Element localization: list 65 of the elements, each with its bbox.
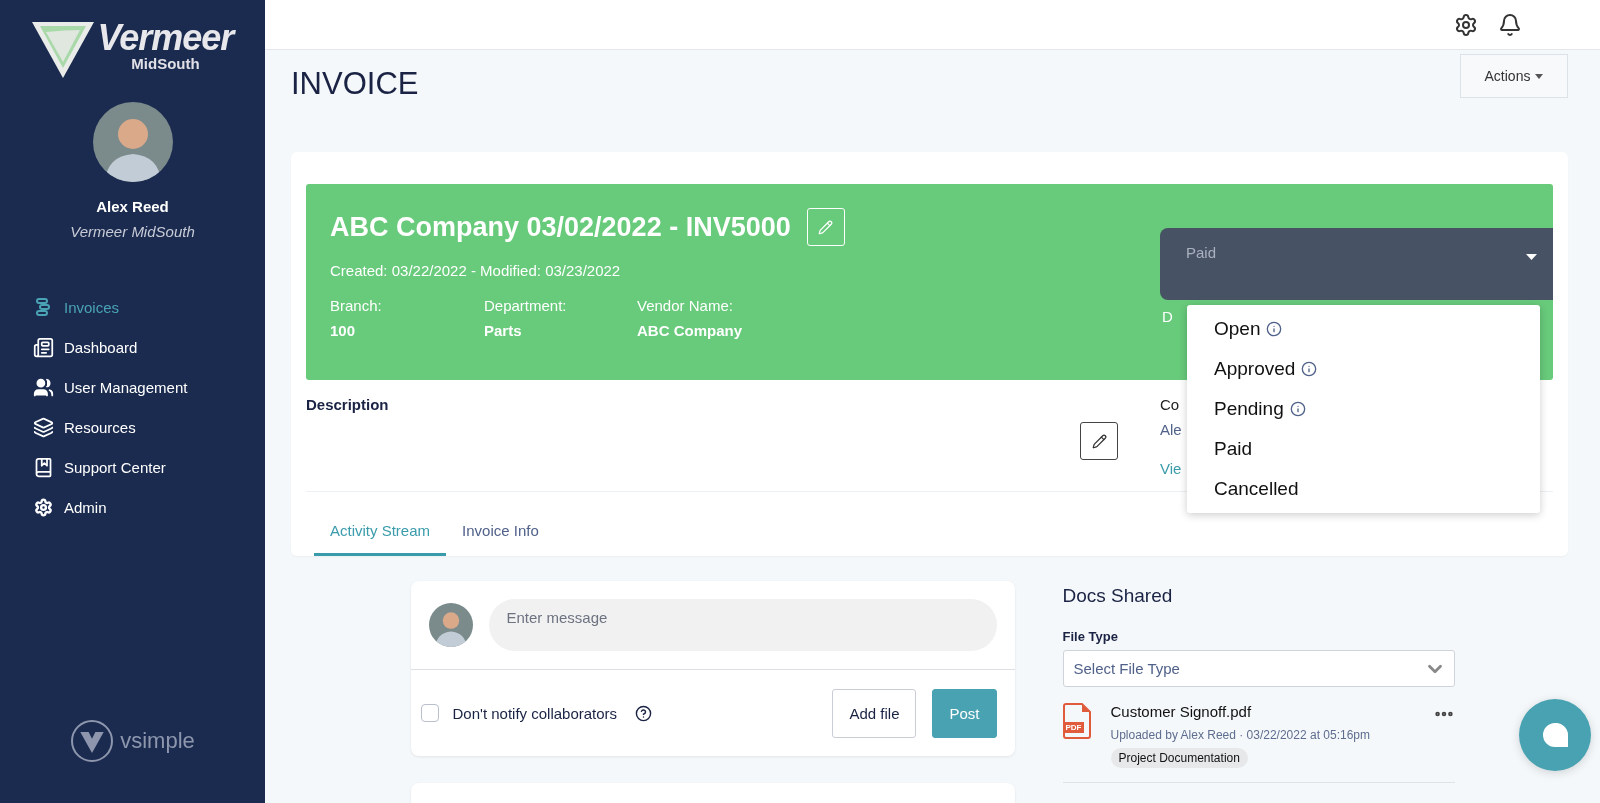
menu-item[interactable]: Approved bbox=[1187, 349, 1540, 389]
user-company: Vermeer MidSouth bbox=[70, 223, 195, 240]
field-label: Department: bbox=[484, 297, 568, 314]
file-type-select[interactable]: Select File Type bbox=[1062, 650, 1455, 687]
edit-button[interactable] bbox=[1080, 422, 1118, 460]
chat-icon bbox=[1542, 723, 1568, 747]
info-text: Co bbox=[1160, 396, 1180, 413]
info-icon bbox=[1266, 321, 1283, 337]
nav-item[interactable]: Invoices bbox=[32, 290, 265, 324]
status-label: D bbox=[1162, 308, 1173, 325]
page-title: INVOICE bbox=[291, 66, 419, 102]
info-icon bbox=[1289, 401, 1306, 417]
actions-button[interactable]: Actions bbox=[1460, 54, 1568, 98]
menu-item[interactable]: Paid bbox=[1187, 429, 1540, 469]
help-icon bbox=[635, 704, 653, 722]
list-icon bbox=[35, 297, 51, 317]
pencil-icon bbox=[1091, 433, 1107, 449]
settings-icon[interactable] bbox=[1454, 12, 1478, 37]
description-label: Description bbox=[306, 396, 389, 415]
field-value: ABC Company bbox=[637, 322, 743, 339]
message-field[interactable]: Enter message bbox=[488, 599, 997, 651]
tab[interactable]: Invoice Info bbox=[446, 522, 555, 556]
brand-name: Vermeer bbox=[97, 20, 234, 56]
field-value: 100 bbox=[330, 322, 357, 339]
menu-item[interactable]: Pending bbox=[1187, 389, 1540, 429]
settings-icon bbox=[33, 497, 53, 517]
logo-icon bbox=[31, 20, 94, 78]
logo-icon bbox=[70, 719, 115, 763]
user-name: Alex Reed bbox=[96, 198, 169, 215]
field-label: Vendor Name: bbox=[637, 297, 734, 314]
list-icon bbox=[32, 336, 54, 358]
checkbox[interactable] bbox=[420, 704, 439, 722]
file-name[interactable]: Customer Signoff.pdf bbox=[1110, 703, 1252, 720]
info-icon bbox=[1301, 361, 1318, 377]
nav-item[interactable]: Support Center bbox=[32, 450, 265, 484]
file-type-label: PDF bbox=[1063, 722, 1084, 733]
nav-item[interactable]: Dashboard bbox=[32, 330, 265, 364]
bell-icon[interactable] bbox=[1498, 12, 1522, 37]
checkbox-label: Don't notify collaborators bbox=[452, 704, 618, 722]
file-icon bbox=[1062, 703, 1091, 739]
field-label: File Type bbox=[1062, 629, 1119, 644]
file-tag: Project Documentation bbox=[1110, 748, 1248, 768]
field-value: Parts bbox=[484, 322, 523, 339]
caret-icon bbox=[1526, 254, 1537, 260]
field-label: Branch: bbox=[330, 297, 383, 314]
chat-button[interactable] bbox=[1519, 699, 1591, 771]
nav-item[interactable]: User Management bbox=[32, 370, 265, 404]
invoice-title: ABC Company 03/02/2022 - INV5000 bbox=[330, 211, 791, 243]
info-text: Ale bbox=[1160, 421, 1182, 438]
menu-item[interactable]: Open bbox=[1187, 309, 1540, 349]
section-title: Docs Shared bbox=[1062, 585, 1174, 607]
pencil-icon bbox=[818, 219, 834, 235]
status-select[interactable]: Paid bbox=[1160, 228, 1553, 300]
avatar bbox=[428, 603, 473, 647]
users-icon bbox=[32, 376, 54, 398]
caret-icon bbox=[1535, 73, 1544, 79]
brand-name: vsimple bbox=[120, 728, 195, 754]
add-file-button[interactable]: Add file bbox=[832, 688, 917, 738]
nav-item[interactable]: Resources bbox=[32, 410, 265, 444]
file-meta: Uploaded by Alex Reed · 03/22/2022 at 05:16pm bbox=[1110, 728, 1371, 742]
menu-item[interactable]: Cancelled bbox=[1187, 469, 1540, 509]
invoice-dates: Created: 03/22/2022 - Modified: 03/23/2022 bbox=[330, 262, 622, 279]
brand-region: MidSouth bbox=[131, 56, 200, 71]
layers-icon bbox=[32, 416, 54, 438]
nav-item[interactable]: Admin bbox=[32, 490, 265, 524]
